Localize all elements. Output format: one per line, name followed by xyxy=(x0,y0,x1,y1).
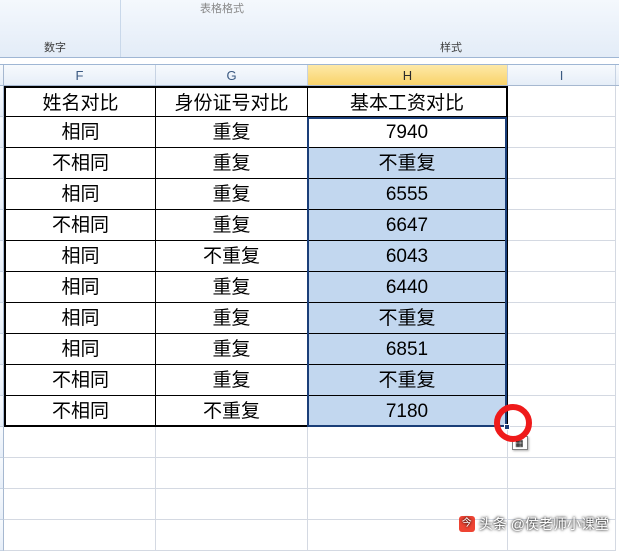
cell-empty[interactable] xyxy=(508,365,616,396)
table-row-empty xyxy=(0,458,619,489)
watermark-prefix: 头条 xyxy=(479,514,507,534)
cell-selected[interactable]: 6440 xyxy=(308,272,508,303)
table-row: 相同 重复 7940 xyxy=(0,117,619,148)
table-header-row: 姓名对比 身份证号对比 基本工资对比 xyxy=(0,86,619,117)
cell-selected[interactable]: 6555 xyxy=(308,179,508,210)
cell[interactable]: 不重复 xyxy=(156,396,308,427)
ribbon-group-style: 样式 xyxy=(440,39,462,55)
cell-empty[interactable] xyxy=(4,427,156,458)
header-cell-id[interactable]: 身份证号对比 xyxy=(156,86,308,117)
cell-selected[interactable]: 不重复 xyxy=(308,303,508,334)
cell-empty[interactable] xyxy=(156,489,308,520)
cell[interactable]: 重复 xyxy=(156,272,308,303)
table-row: 不相同 不重复 7180 xyxy=(0,396,619,427)
cell-empty[interactable] xyxy=(508,303,616,334)
cell-empty[interactable] xyxy=(508,241,616,272)
cell-empty[interactable] xyxy=(508,210,616,241)
watermark: 今 头条 @侯老师小课堂 xyxy=(459,514,609,534)
cell[interactable]: 重复 xyxy=(156,303,308,334)
cell[interactable]: 重复 xyxy=(156,117,308,148)
cell-selected[interactable]: 7180 xyxy=(308,396,508,427)
cell-selected[interactable]: 6043 xyxy=(308,241,508,272)
cell-selected[interactable]: 6647 xyxy=(308,210,508,241)
cell-selected[interactable]: 不重复 xyxy=(308,365,508,396)
autofill-options-button[interactable]: ▦ xyxy=(512,436,528,450)
cell-empty[interactable] xyxy=(156,458,308,489)
col-header-I[interactable]: I xyxy=(508,65,616,85)
table-row: 不相同 重复 6647 xyxy=(0,210,619,241)
cell[interactable]: 不相同 xyxy=(4,365,156,396)
cell-empty[interactable] xyxy=(4,458,156,489)
cell[interactable]: 相同 xyxy=(4,179,156,210)
watermark-author: @侯老师小课堂 xyxy=(511,514,609,534)
cell-empty[interactable] xyxy=(156,427,308,458)
ribbon: 表格格式 数字 样式 xyxy=(0,0,619,58)
ribbon-truncated-label: 表格格式 xyxy=(200,0,244,16)
table-row: 不相同 重复 不重复 xyxy=(0,365,619,396)
table-row: 相同 重复 6555 xyxy=(0,179,619,210)
col-header-F[interactable]: F xyxy=(4,65,156,85)
cell-empty[interactable] xyxy=(508,117,616,148)
col-header-H[interactable]: H xyxy=(308,65,508,85)
cell-empty[interactable] xyxy=(508,148,616,179)
fill-handle[interactable] xyxy=(504,424,510,430)
cell[interactable]: 相同 xyxy=(4,303,156,334)
cell[interactable]: 不相同 xyxy=(4,148,156,179)
cell[interactable]: 重复 xyxy=(156,334,308,365)
cell-empty[interactable] xyxy=(508,86,616,117)
cell[interactable]: 相同 xyxy=(4,117,156,148)
cell-empty[interactable] xyxy=(508,179,616,210)
header-cell-name[interactable]: 姓名对比 xyxy=(4,86,156,117)
cell[interactable]: 重复 xyxy=(156,179,308,210)
table-row: 相同 重复 6440 xyxy=(0,272,619,303)
cell-selected-active[interactable]: 7940 xyxy=(308,117,508,148)
table-row: 相同 不重复 6043 xyxy=(0,241,619,272)
cell-empty[interactable] xyxy=(508,272,616,303)
cell[interactable]: 重复 xyxy=(156,365,308,396)
cell-empty[interactable] xyxy=(308,427,508,458)
cell-selected[interactable]: 6851 xyxy=(308,334,508,365)
cell-empty[interactable] xyxy=(508,334,616,365)
table-row: 相同 重复 不重复 xyxy=(0,303,619,334)
col-header-G[interactable]: G xyxy=(156,65,308,85)
cell[interactable]: 不相同 xyxy=(4,210,156,241)
cell[interactable]: 重复 xyxy=(156,210,308,241)
grid[interactable]: 姓名对比 身份证号对比 基本工资对比 相同 重复 7940 不相同 重复 不重复… xyxy=(0,86,619,551)
header-cell-salary[interactable]: 基本工资对比 xyxy=(308,86,508,117)
table-row: 不相同 重复 不重复 xyxy=(0,148,619,179)
cell[interactable]: 不重复 xyxy=(156,241,308,272)
cell[interactable]: 相同 xyxy=(4,241,156,272)
column-headers: F G H I xyxy=(0,64,619,86)
cell[interactable]: 相同 xyxy=(4,334,156,365)
cell-empty[interactable] xyxy=(156,520,308,551)
cell-empty[interactable] xyxy=(508,396,616,427)
watermark-logo-icon: 今 xyxy=(459,516,475,532)
ribbon-group-number: 数字 xyxy=(44,39,66,55)
table-row: 相同 重复 6851 xyxy=(0,334,619,365)
cell[interactable]: 不相同 xyxy=(4,396,156,427)
spreadsheet[interactable]: F G H I 姓名对比 身份证号对比 基本工资对比 相同 重复 7940 不相… xyxy=(0,64,619,551)
cell-empty[interactable] xyxy=(508,458,616,489)
cell-empty[interactable] xyxy=(308,458,508,489)
cell-selected[interactable]: 不重复 xyxy=(308,148,508,179)
ribbon-separator xyxy=(120,0,121,57)
cell[interactable]: 相同 xyxy=(4,272,156,303)
cell-empty[interactable] xyxy=(4,520,156,551)
cell[interactable]: 重复 xyxy=(156,148,308,179)
cell-empty[interactable] xyxy=(4,489,156,520)
